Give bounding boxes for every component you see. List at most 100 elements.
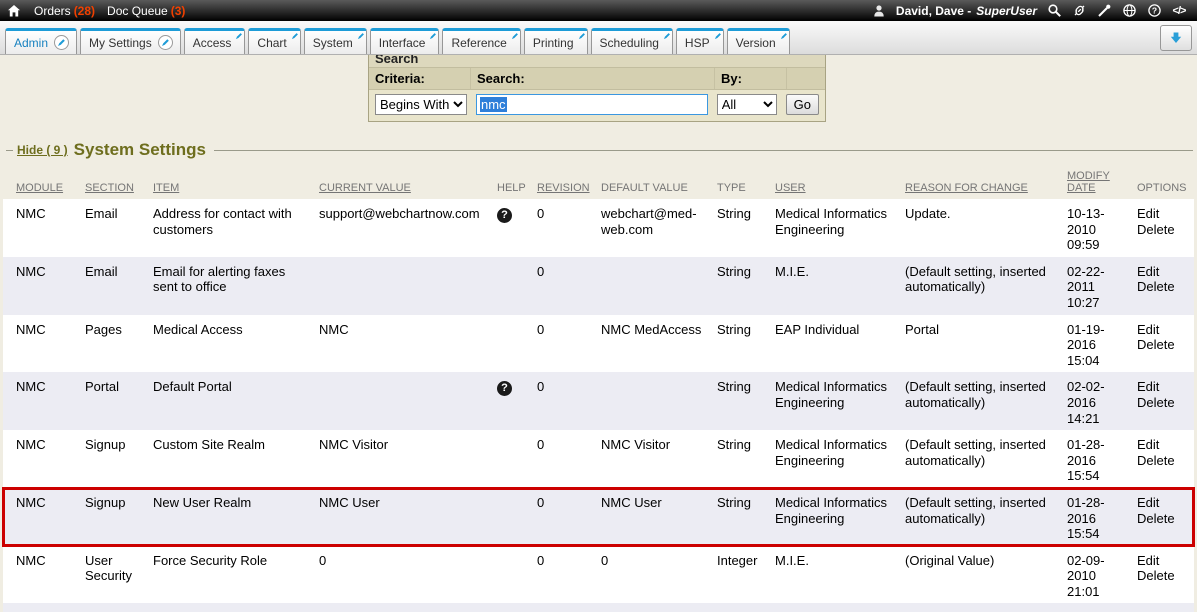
cell-item: Default Portal xyxy=(153,372,319,430)
cell-type: String xyxy=(717,315,775,373)
orders-link[interactable]: Orders(28) xyxy=(34,4,95,18)
cell-default-value: NMC User xyxy=(601,488,717,546)
table-row: NMC User Security Force Security Role 0 … xyxy=(3,546,1194,604)
tab-hsp[interactable]: HSP xyxy=(676,28,724,54)
tab-scheduling[interactable]: Scheduling xyxy=(591,28,673,54)
delete-link[interactable]: Delete xyxy=(1137,395,1186,411)
doc-queue-link[interactable]: Doc Queue(3) xyxy=(107,4,185,18)
cell-default-value: webchart@med-web.com xyxy=(601,199,717,257)
cell-revision: 0 xyxy=(537,430,601,488)
delete-link[interactable]: Delete xyxy=(1137,511,1186,527)
edit-pencil-icon[interactable] xyxy=(429,32,437,40)
cell-modify-date: 02-12-2014 15:11 xyxy=(1067,603,1137,612)
column-header-revision[interactable]: REVISION xyxy=(537,164,601,199)
cell-options: Edit Delete xyxy=(1137,315,1194,373)
cell-revision: 0 xyxy=(537,199,601,257)
cell-modify-date: 01-19-2016 15:04 xyxy=(1067,315,1137,373)
go-button[interactable]: Go xyxy=(786,94,819,115)
tab-reference[interactable]: Reference xyxy=(442,28,520,54)
tab-chart[interactable]: Chart xyxy=(248,28,300,54)
cell-section: Email xyxy=(85,257,153,315)
column-header-section[interactable]: SECTION xyxy=(85,164,153,199)
cell-module: NMC xyxy=(3,199,85,257)
edit-pencil-icon[interactable] xyxy=(714,32,722,40)
cell-user: Medical Informatics Engineering xyxy=(775,372,905,430)
delete-link[interactable]: Delete xyxy=(1137,568,1186,584)
help-icon[interactable]: ? xyxy=(1146,3,1162,19)
spacer-cell xyxy=(787,68,825,89)
delete-link[interactable]: Delete xyxy=(1137,222,1186,238)
search-input[interactable]: nmc xyxy=(476,94,708,115)
hide-toggle-link[interactable]: Hide ( 9 ) xyxy=(17,143,68,157)
delete-link[interactable]: Delete xyxy=(1137,337,1186,353)
cell-section: Signup xyxy=(85,488,153,546)
tab-admin[interactable]: Admin xyxy=(5,28,77,54)
tab-printing[interactable]: Printing xyxy=(524,28,588,54)
cell-modify-date: 01-28-2016 15:54 xyxy=(1067,430,1137,488)
column-header-options: OPTIONS xyxy=(1137,164,1194,199)
svg-text:?: ? xyxy=(1151,5,1156,15)
edit-pencil-icon[interactable] xyxy=(663,32,671,40)
current-user[interactable]: David, Dave - SuperUser xyxy=(896,4,1037,18)
column-header-module[interactable]: MODULE xyxy=(3,164,85,199)
cell-module: NMC xyxy=(3,372,85,430)
collapse-arrow-button[interactable] xyxy=(1160,25,1192,51)
edit-link[interactable]: Edit xyxy=(1137,553,1186,569)
help-question-icon[interactable]: ? xyxy=(497,381,512,396)
user-icon xyxy=(871,3,887,19)
edit-pencil-icon[interactable] xyxy=(291,32,299,40)
delete-link[interactable]: Delete xyxy=(1137,453,1186,469)
table-row: NMCMD Process Wizard Complete ? 0 [ Untr… xyxy=(3,603,1194,612)
edit-link[interactable]: Edit xyxy=(1137,379,1186,395)
help-question-icon[interactable]: ? xyxy=(497,208,512,223)
arrow-down-icon xyxy=(1169,31,1183,45)
tab-label: Interface xyxy=(379,36,426,50)
column-header-current-value[interactable]: CURRENT VALUE xyxy=(319,164,497,199)
edit-pencil-icon[interactable] xyxy=(511,32,519,40)
delete-link[interactable]: Delete xyxy=(1137,279,1186,295)
by-select[interactable]: All xyxy=(717,94,777,115)
edit-link[interactable]: Edit xyxy=(1137,437,1186,453)
tab-access[interactable]: Access xyxy=(184,28,246,54)
edit-pencil-icon[interactable] xyxy=(780,32,788,40)
cell-section: Pages xyxy=(85,315,153,373)
tab-version[interactable]: Version xyxy=(727,28,790,54)
cell-user: Medical Informatics Engineering xyxy=(775,199,905,257)
cell-section: User Security xyxy=(85,546,153,604)
column-header-user[interactable]: USER xyxy=(775,164,905,199)
criteria-select[interactable]: Begins With xyxy=(375,94,467,115)
cell-type: String xyxy=(717,488,775,546)
tab-my-settings[interactable]: My Settings xyxy=(80,28,181,54)
column-header-default-value: DEFAULT VALUE xyxy=(601,164,717,199)
edit-pencil-icon[interactable] xyxy=(578,32,586,40)
edit-pencil-icon[interactable] xyxy=(235,32,243,40)
edit-link[interactable]: Edit xyxy=(1137,264,1186,280)
table-row: NMC Signup Custom Site Realm NMC Visitor… xyxy=(3,430,1194,488)
tab-system[interactable]: System xyxy=(304,28,367,54)
home-icon[interactable] xyxy=(6,3,22,19)
cell-default-value xyxy=(601,257,717,315)
edit-link[interactable]: Edit xyxy=(1137,322,1186,338)
edit-link[interactable]: Edit xyxy=(1137,206,1186,222)
cell-options: Edit Delete xyxy=(1137,199,1194,257)
table-row: NMC Email Email for alerting faxes sent … xyxy=(3,257,1194,315)
code-icon[interactable]: </> xyxy=(1171,3,1187,19)
column-header-type: TYPE xyxy=(717,164,775,199)
tab-interface[interactable]: Interface xyxy=(370,28,440,54)
column-header-modify-date[interactable]: MODIFY DATE xyxy=(1067,164,1137,199)
tab-label: Admin xyxy=(14,36,48,50)
edit-pencil-icon[interactable] xyxy=(357,32,365,40)
search-icon[interactable] xyxy=(1046,3,1062,19)
cell-user: M.I.E. xyxy=(775,546,905,604)
cell-help: ? xyxy=(497,603,537,612)
edit-pencil-icon[interactable] xyxy=(158,35,173,50)
cell-section: Email xyxy=(85,199,153,257)
globe-icon[interactable] xyxy=(1121,3,1137,19)
column-header-item[interactable]: ITEM xyxy=(153,164,319,199)
wand-icon[interactable] xyxy=(1096,3,1112,19)
edit-link[interactable]: Edit xyxy=(1137,495,1186,511)
edit-pencil-icon[interactable] xyxy=(54,35,69,50)
link-icon[interactable] xyxy=(1071,3,1087,19)
tab-label: Scheduling xyxy=(600,36,659,50)
column-header-reason-for-change[interactable]: REASON FOR CHANGE xyxy=(905,164,1067,199)
